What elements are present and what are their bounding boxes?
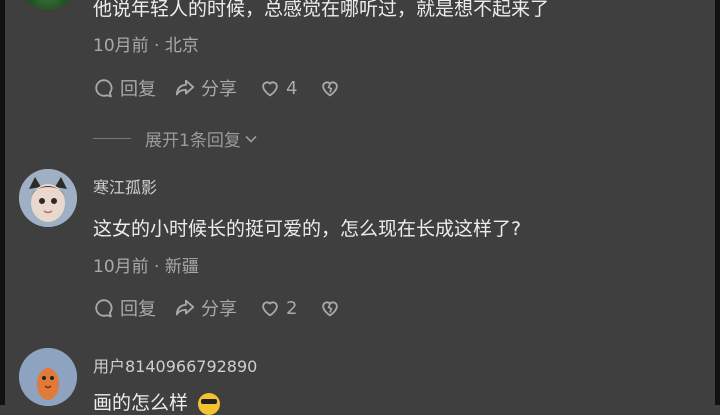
share-button[interactable]: 分享	[174, 75, 237, 101]
broken-heart-icon	[322, 301, 339, 317]
share-label: 分享	[201, 79, 237, 100]
like-button[interactable]: 2	[259, 297, 297, 319]
reply-button[interactable]: 回复	[93, 295, 156, 321]
comment-text: 画的怎么样	[93, 392, 189, 414]
heart-icon	[262, 81, 278, 97]
username[interactable]: 用户8140966792890	[93, 353, 257, 377]
avatar[interactable]	[19, 169, 77, 227]
expand-replies-button[interactable]: 展开1条回复	[93, 126, 258, 151]
meta-separator: ·	[154, 257, 160, 277]
comment-location: 新疆	[164, 257, 199, 277]
share-button[interactable]: 分享	[174, 295, 237, 321]
comment-text-row: 画的怎么样	[93, 388, 221, 415]
chevron-down-icon	[245, 135, 257, 143]
username[interactable]: 寒江孤影	[93, 174, 157, 198]
comment-actions: 回复 分享 2	[93, 296, 346, 320]
dislike-button[interactable]	[319, 77, 346, 99]
comment-time: 10月前	[93, 257, 149, 277]
like-count: 4	[286, 77, 298, 99]
mascot-avatar-image	[19, 348, 77, 406]
share-icon	[175, 299, 195, 316]
reply-button[interactable]: 回复	[93, 75, 156, 101]
comment-meta: 10月前 · 北京	[93, 31, 199, 56]
reply-label: 回复	[120, 299, 156, 320]
sunglasses-emoji-icon	[198, 392, 221, 415]
comment-text: 他说年轻人的时候，总感觉在哪听过，就是想不起来了	[93, 0, 550, 20]
child-avatar-image	[19, 169, 77, 227]
share-label: 分享	[201, 299, 237, 320]
share-icon	[175, 79, 195, 96]
meta-separator: ·	[154, 36, 160, 56]
like-button[interactable]: 4	[259, 77, 297, 99]
avatar[interactable]	[19, 0, 77, 10]
like-count: 2	[286, 297, 298, 319]
avatar[interactable]	[19, 348, 77, 406]
comment-meta: 10月前 · 新疆	[93, 252, 199, 277]
reply-label: 回复	[120, 79, 156, 100]
heart-icon	[262, 301, 278, 317]
divider-line	[93, 138, 131, 139]
comment-location: 北京	[164, 36, 199, 56]
reply-icon	[95, 79, 113, 98]
right-edge-bar	[715, 0, 720, 405]
broken-heart-icon	[322, 81, 339, 97]
comment-text: 这女的小时候长的挺可爱的，怎么现在长成这样了?	[93, 218, 522, 240]
reply-icon	[95, 299, 113, 318]
comment-actions: 回复 分享 4	[93, 76, 346, 100]
left-edge-bar	[0, 0, 5, 405]
comment-time: 10月前	[93, 36, 149, 56]
dislike-button[interactable]	[319, 297, 346, 319]
expand-replies-label: 展开1条回复	[145, 131, 241, 151]
